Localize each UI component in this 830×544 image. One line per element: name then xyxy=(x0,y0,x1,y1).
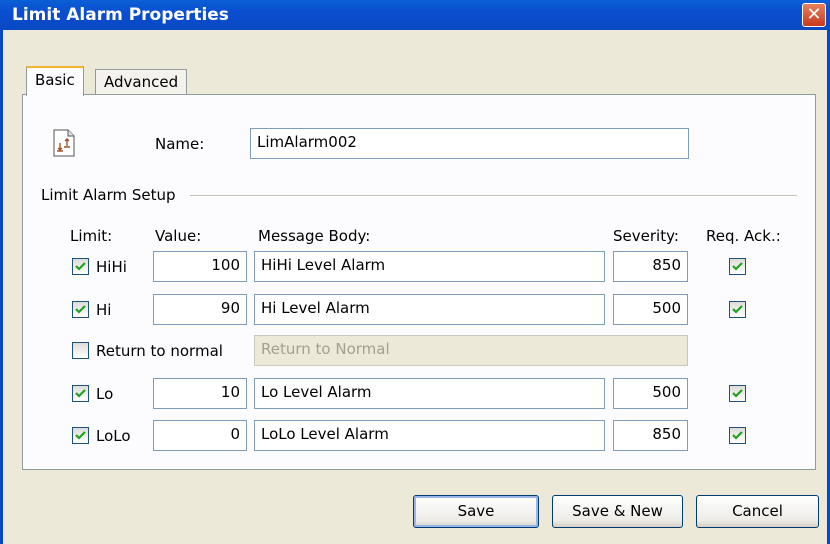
lo-value-field[interactable]: 10 xyxy=(153,378,247,409)
lo-enable-checkbox[interactable] xyxy=(72,385,89,402)
value-header: Value: xyxy=(155,227,202,245)
hihi-severity-field[interactable]: 850 xyxy=(613,251,688,282)
lolo-limit-label: LoLo xyxy=(96,427,131,445)
lolo-severity-field[interactable]: 850 xyxy=(613,420,688,451)
window-title: Limit Alarm Properties xyxy=(12,5,229,25)
hi-severity-field[interactable]: 500 xyxy=(613,294,688,325)
hihi-message-field[interactable]: HiHi Level Alarm xyxy=(254,251,605,282)
hi-message-field[interactable]: Hi Level Alarm xyxy=(254,294,605,325)
save-button[interactable]: Save xyxy=(413,495,539,528)
lo-req-ack-checkbox[interactable] xyxy=(729,385,746,402)
limit-header: Limit: xyxy=(70,227,113,245)
tab-basic[interactable]: Basic xyxy=(26,66,84,96)
hihi-value-field[interactable]: 100 xyxy=(153,251,247,282)
req-ack-header: Req. Ack.: xyxy=(706,227,781,245)
check-icon xyxy=(75,389,86,398)
return-to-normal-checkbox[interactable] xyxy=(72,342,89,359)
tab-advanced-label: Advanced xyxy=(104,73,179,91)
name-label: Name: xyxy=(155,135,205,153)
hihi-limit-label: HiHi xyxy=(96,258,127,276)
hi-value-field[interactable]: 90 xyxy=(153,294,247,325)
save-and-new-button[interactable]: Save & New xyxy=(552,495,683,528)
lolo-req-ack-checkbox[interactable] xyxy=(729,427,746,444)
tab-advanced[interactable]: Advanced xyxy=(95,69,188,95)
hi-req-ack-checkbox[interactable] xyxy=(729,301,746,318)
hihi-enable-checkbox[interactable] xyxy=(72,258,89,275)
severity-header: Severity: xyxy=(613,227,679,245)
return-to-normal-label: Return to normal xyxy=(96,342,223,360)
check-icon xyxy=(732,305,743,314)
return-to-normal-message-field[interactable]: Return to Normal xyxy=(254,335,688,366)
title-bar[interactable]: Limit Alarm Properties ✕ xyxy=(0,0,830,30)
message-body-header: Message Body: xyxy=(258,227,371,245)
check-icon xyxy=(75,431,86,440)
check-icon xyxy=(75,305,86,314)
lolo-value-field[interactable]: 0 xyxy=(153,420,247,451)
lolo-message-field[interactable]: LoLo Level Alarm xyxy=(254,420,605,451)
check-icon xyxy=(732,262,743,271)
close-icon: ✕ xyxy=(806,4,822,25)
close-button[interactable]: ✕ xyxy=(802,3,826,27)
check-icon xyxy=(75,262,86,271)
cancel-button[interactable]: Cancel xyxy=(696,495,819,528)
lo-severity-field[interactable]: 500 xyxy=(613,378,688,409)
alarm-document-icon xyxy=(53,129,75,157)
lo-limit-label: Lo xyxy=(96,385,114,403)
lolo-enable-checkbox[interactable] xyxy=(72,427,89,444)
hi-enable-checkbox[interactable] xyxy=(72,301,89,318)
limit-alarm-setup-label: Limit Alarm Setup xyxy=(41,186,176,204)
tab-basic-label: Basic xyxy=(35,71,75,89)
hi-limit-label: Hi xyxy=(96,301,112,319)
name-field[interactable]: LimAlarm002 xyxy=(250,128,689,159)
check-icon xyxy=(732,389,743,398)
check-icon xyxy=(732,431,743,440)
group-divider xyxy=(190,195,797,197)
hihi-req-ack-checkbox[interactable] xyxy=(729,258,746,275)
lo-message-field[interactable]: Lo Level Alarm xyxy=(254,378,605,409)
